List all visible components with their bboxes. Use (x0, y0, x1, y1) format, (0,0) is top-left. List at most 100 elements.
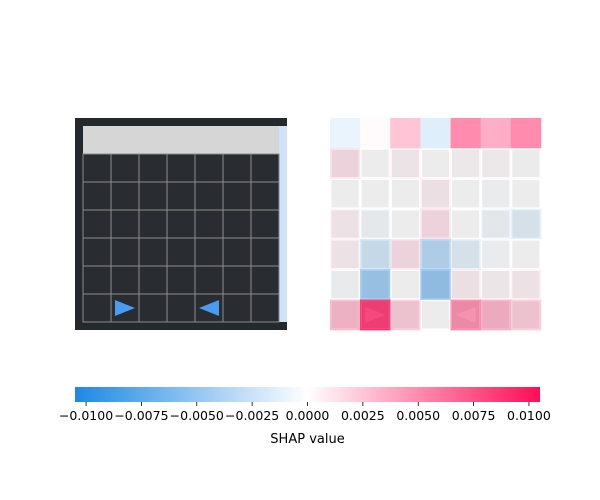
colorbar-xlabel: SHAP value (270, 432, 344, 447)
observation-cell (222, 237, 252, 267)
shap-figure: −0.0100 −0.0075 −0.0050 −0.0025 0.0000 0.0025… (59, 118, 551, 447)
overlay-cell (481, 239, 511, 269)
observation-cell (110, 265, 140, 295)
observation-cell (222, 293, 252, 323)
overlay-cell (420, 300, 451, 330)
observation-cell (194, 237, 224, 267)
colorbar-tick-label: 0.0050 (396, 408, 440, 423)
overlay-cell (330, 239, 360, 269)
colorbar-tick-label: −0.0100 (59, 408, 113, 423)
observation-side-strip (279, 126, 287, 322)
overlay-cell (390, 179, 420, 209)
observation-cell (222, 181, 252, 211)
overlay-cell (511, 239, 541, 269)
overlay-cell (481, 179, 511, 209)
observation-cell (166, 237, 196, 267)
overlay-cell (481, 148, 511, 179)
observation-cell (111, 126, 139, 154)
observation-cell (194, 181, 224, 211)
shap-cell (390, 118, 421, 149)
shap-cell (330, 118, 361, 149)
overlay-cell (390, 300, 420, 330)
overlay-cell (511, 179, 541, 209)
observation-cell (250, 237, 280, 267)
shap-cell (510, 118, 542, 149)
overlay-cell (330, 209, 360, 239)
overlay-cell (451, 148, 481, 179)
colorbar-ticks: −0.0100 −0.0075 −0.0050 −0.0025 0.0000 0.0025… (59, 402, 551, 423)
overlay-cell (420, 239, 451, 269)
colorbar: −0.0100 −0.0075 −0.0050 −0.0025 0.0000 0.0025… (59, 387, 551, 447)
colorbar-tick-label: 0.0100 (507, 408, 551, 423)
overlay-cell (451, 209, 481, 239)
overlay-cell (360, 269, 390, 300)
overlay-cell (420, 179, 451, 209)
overlay-cell (360, 209, 390, 239)
observation-cell (223, 126, 251, 154)
observation-cell (166, 265, 196, 295)
observation-cell (250, 265, 280, 295)
overlay-cell (390, 239, 420, 269)
observation-cell (138, 265, 168, 295)
overlay-cell (330, 300, 360, 330)
observation-cell (167, 126, 195, 154)
observation-cell (110, 181, 140, 211)
observation-cell (166, 181, 196, 211)
observation-cell (110, 209, 140, 239)
observation-cell (250, 181, 280, 211)
colorbar-tick-label: 0.0075 (452, 408, 496, 423)
overlay-cell (511, 300, 541, 330)
shap-heatmap-panel (330, 118, 542, 331)
overlay-cell (330, 269, 360, 300)
overlay-cell (511, 269, 541, 300)
observation-cell (222, 153, 252, 183)
observation-cell (250, 209, 280, 239)
observation-cell (250, 293, 280, 323)
observation-cell (82, 209, 112, 239)
overlay-cell (390, 209, 420, 239)
observation-cell (166, 209, 196, 239)
observation-cell (138, 237, 168, 267)
colorbar-gradient (75, 387, 540, 402)
shap-cell (420, 118, 451, 149)
overlay-cell (360, 179, 390, 209)
observation-cell (139, 126, 167, 154)
shap-cell (360, 118, 391, 149)
observation-cell (82, 153, 112, 183)
overlay-cell (390, 269, 420, 300)
observation-cell (82, 265, 112, 295)
observation-cell (222, 209, 252, 239)
observation-cell (251, 126, 279, 154)
observation-cell (222, 265, 252, 295)
observation-cell (166, 293, 196, 323)
shap-cell (480, 118, 512, 149)
colorbar-tick-label: −0.0025 (225, 408, 279, 423)
overlay-cell (330, 179, 360, 209)
observation-cell (82, 181, 112, 211)
colorbar-tick-label: 0.0000 (286, 408, 330, 423)
observation-cell (250, 153, 280, 183)
overlay-cell (511, 209, 541, 239)
overlay-cell (481, 209, 511, 239)
colorbar-tick-label: −0.0050 (170, 408, 224, 423)
overlay-cell (451, 269, 481, 300)
observation-cell (82, 293, 112, 323)
observation-cell (138, 293, 168, 323)
overlay-cell (390, 148, 420, 179)
observation-cell (82, 237, 112, 267)
overlay-cell (360, 148, 390, 179)
observation-cell (194, 265, 224, 295)
observation-cell (83, 126, 111, 154)
observation-cell (138, 209, 168, 239)
overlay-cell (420, 148, 451, 179)
observation-panel (75, 118, 287, 330)
overlay-cell (360, 239, 390, 269)
observation-cell (110, 153, 140, 183)
overlay-cell (451, 239, 481, 269)
overlay-cell (420, 209, 451, 239)
overlay-cell (481, 300, 511, 330)
observation-cell (194, 209, 224, 239)
colorbar-tick-label: 0.0025 (341, 408, 385, 423)
colorbar-tick-label: −0.0075 (114, 408, 168, 423)
observation-cell (194, 153, 224, 183)
